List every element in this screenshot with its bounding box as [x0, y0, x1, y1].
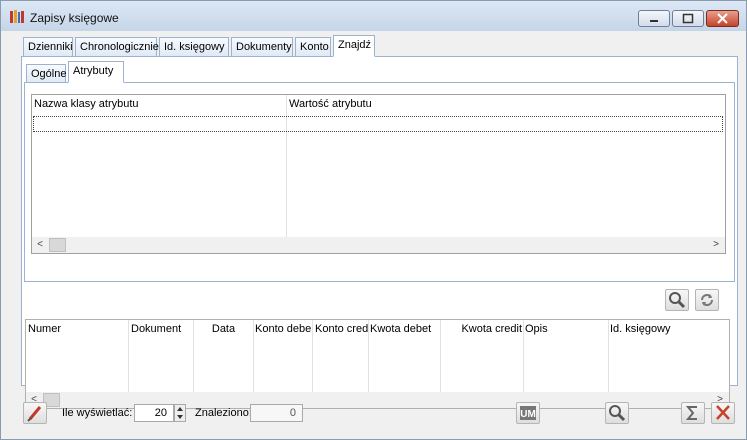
maximize-button[interactable] [672, 10, 704, 27]
minimize-button[interactable] [638, 10, 670, 27]
column-divider [193, 320, 194, 392]
column-header[interactable]: Wartość atrybutu [289, 95, 719, 113]
column-divider [128, 320, 129, 392]
clear-filters-button[interactable] [23, 402, 47, 424]
tab-label: Znajdź [338, 39, 372, 51]
eraser-pencil-icon [27, 406, 42, 422]
spinner-arrows-icon [177, 407, 183, 419]
column-divider [440, 320, 441, 392]
um-icon: UM [520, 406, 536, 420]
close-icon [716, 405, 730, 420]
sigma-icon [685, 406, 697, 420]
tab-label: Id. księgowy [164, 41, 225, 53]
show-count-spinner[interactable] [174, 404, 186, 422]
chevron-left-icon: < [37, 239, 43, 250]
column-header[interactable]: Numer [28, 320, 126, 338]
close-button[interactable] [711, 402, 735, 424]
subtab-atrybuty[interactable]: Atrybuty [68, 61, 124, 83]
tab-chronologicznie[interactable]: Chronologicznie [75, 37, 159, 57]
magnifier-icon [609, 405, 626, 422]
maximize-icon [682, 13, 694, 24]
title-bar: Zapisy księgowe [1, 1, 746, 31]
chevron-right-icon: > [713, 239, 719, 250]
found-count-field: 0 [250, 404, 303, 422]
show-count-input[interactable]: 20 [134, 404, 174, 422]
search-button[interactable] [665, 289, 689, 311]
column-divider [312, 320, 313, 392]
column-header[interactable]: Kwota credit [444, 320, 522, 338]
tab-znajdz[interactable]: Znajdź [333, 35, 375, 57]
preview-button[interactable] [605, 402, 629, 424]
column-header[interactable]: Opis [525, 320, 607, 338]
column-header[interactable]: Dokument [131, 320, 195, 338]
column-divider [523, 320, 524, 392]
attributes-hscrollbar[interactable]: < > [32, 237, 725, 253]
tab-label: Chronologicznie [80, 41, 159, 53]
tab-dzienniki[interactable]: Dzienniki [23, 37, 73, 57]
refresh-button[interactable] [695, 289, 719, 311]
tab-label: Ogólne [31, 68, 67, 80]
close-icon [717, 13, 728, 24]
tab-label: Atrybuty [73, 65, 114, 77]
column-header[interactable]: Konto cred [315, 320, 371, 338]
svg-text:UM: UM [520, 409, 536, 420]
results-grid[interactable]: Numer Dokument Data Konto debe Konto cre… [25, 319, 730, 409]
refresh-icon [701, 294, 713, 306]
sum-button[interactable] [681, 402, 705, 424]
tab-konto[interactable]: Konto [295, 37, 331, 57]
scroll-thumb[interactable] [49, 238, 66, 252]
close-window-button[interactable] [706, 10, 739, 27]
scroll-left-button[interactable]: < [32, 237, 48, 253]
column-divider [368, 320, 369, 392]
column-divider [253, 320, 254, 392]
column-header[interactable]: Nazwa klasy atrybutu [34, 95, 286, 113]
column-divider [608, 320, 609, 392]
column-header[interactable]: Id. księgowy [610, 320, 725, 338]
tab-id-ksiegowy[interactable]: Id. księgowy [159, 37, 229, 57]
column-header[interactable]: Konto debe [255, 320, 313, 338]
show-count-label: Ile wyświetlać: [62, 407, 133, 419]
tab-label: Dokumenty [236, 41, 292, 53]
tab-label: Konto [300, 41, 329, 53]
znajdz-panel: Ogólne Atrybuty Nazwa klasy atrybutu War… [21, 56, 738, 409]
column-header[interactable]: Kwota debet [370, 320, 444, 338]
scroll-right-button[interactable]: > [708, 237, 724, 253]
column-header[interactable]: Data [195, 320, 252, 338]
subtab-ogolne[interactable]: Ogólne [26, 64, 66, 84]
minimize-icon [650, 20, 658, 22]
window-title: Zapisy księgowe [30, 11, 119, 25]
tab-dokumenty[interactable]: Dokumenty [231, 37, 293, 57]
found-count-label: Znaleziono: [195, 407, 252, 419]
ledger-books-icon [10, 10, 24, 23]
empty-new-row[interactable] [33, 116, 723, 132]
atrybuty-panel: Nazwa klasy atrybutu Wartość atrybutu < … [24, 82, 735, 282]
um-button[interactable]: UM [516, 402, 540, 424]
magnifier-icon [669, 292, 686, 309]
attributes-grid[interactable]: Nazwa klasy atrybutu Wartość atrybutu < … [31, 94, 726, 254]
app-window: Zapisy księgowe Dzienniki Chronologiczni… [0, 0, 747, 440]
tab-label: Dzienniki [28, 41, 73, 53]
client-area: Dzienniki Chronologicznie Id. księgowy D… [9, 31, 738, 433]
